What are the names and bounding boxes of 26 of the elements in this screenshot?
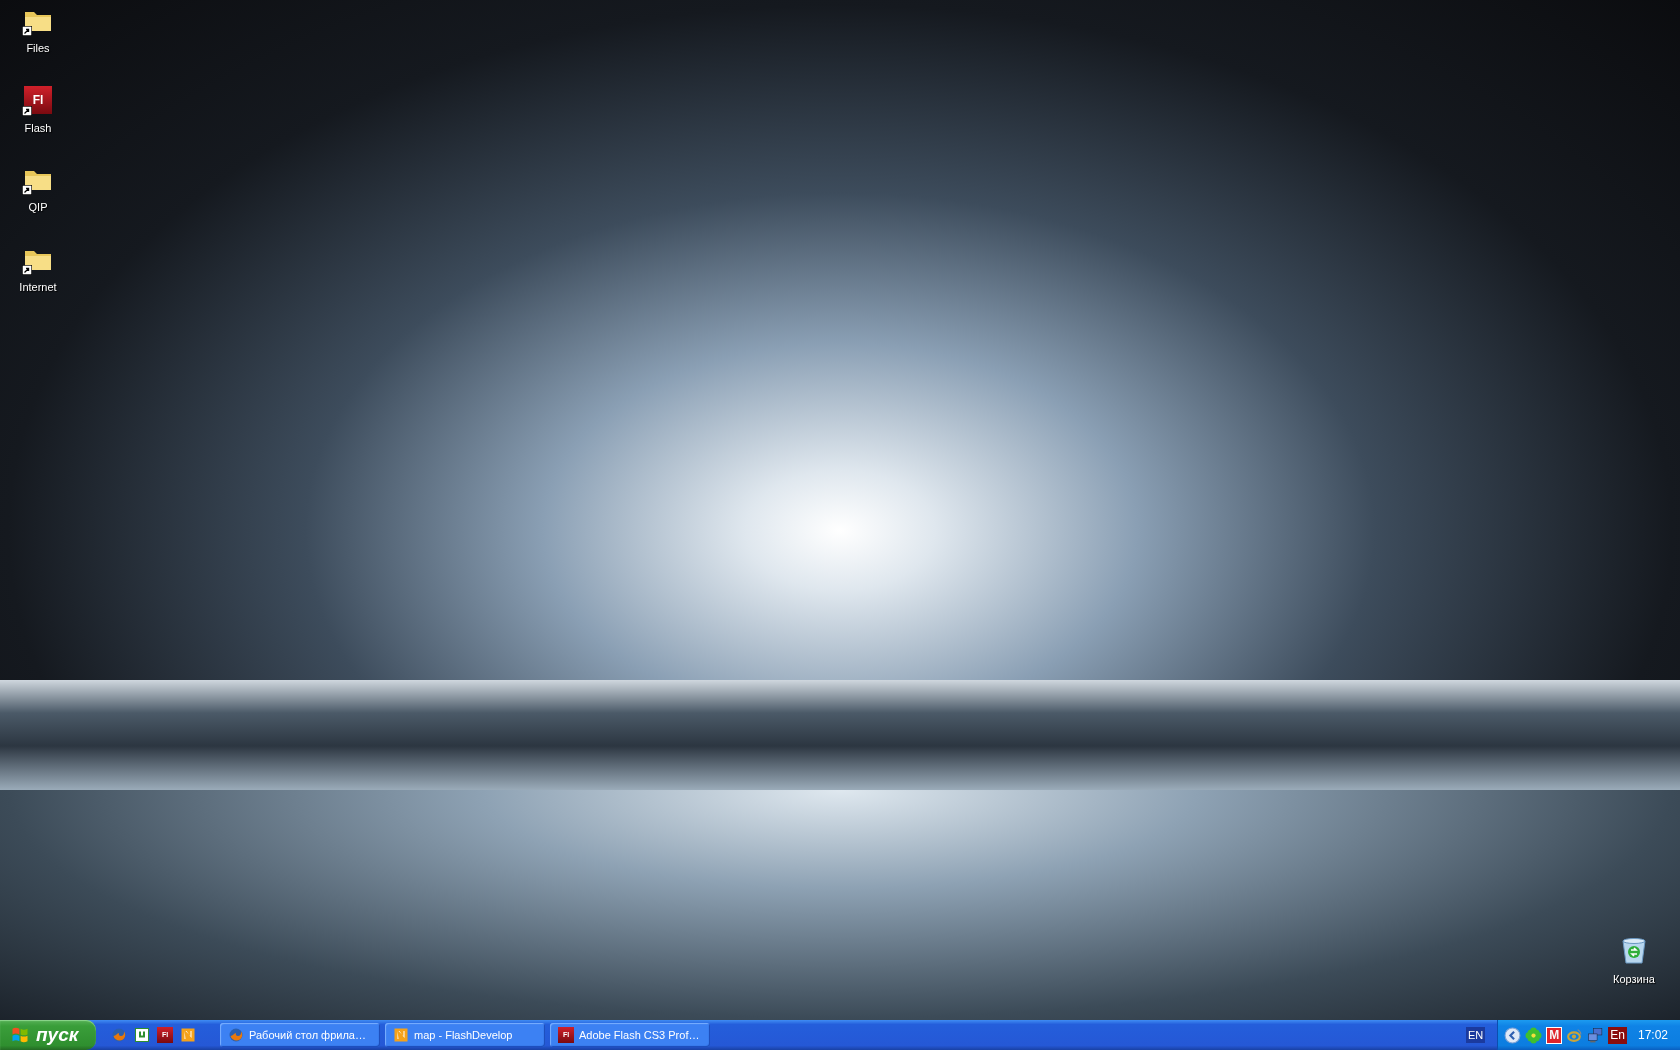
desktop-icon[interactable]: Fl Flash [0, 83, 76, 136]
flower-icon [1525, 1026, 1543, 1044]
windows-logo-icon [10, 1025, 30, 1045]
desktop-icon[interactable]: Files [0, 4, 76, 57]
icon-label: Files [26, 41, 50, 56]
language-indicator[interactable]: EN [1466, 1026, 1486, 1044]
document-icon[interactable] [180, 1027, 196, 1043]
desktop-icon[interactable]: QIP [0, 163, 76, 216]
satellite-dish-icon [1566, 1026, 1584, 1044]
recycle-bin[interactable]: Корзина [1613, 935, 1655, 988]
chevron-icon [1504, 1026, 1522, 1044]
icon-label: Корзина [1613, 972, 1655, 987]
tray-letter-icon[interactable]: M [1546, 1026, 1563, 1044]
network-icon [1587, 1026, 1605, 1044]
download-icon[interactable] [134, 1027, 150, 1043]
taskbar-window-button[interactable]: map - FlashDevelop [385, 1023, 545, 1047]
clock: 17:02 [1637, 1027, 1668, 1044]
icon-label: QIP [28, 200, 48, 215]
document-icon [393, 1027, 409, 1043]
firefox-icon [228, 1027, 244, 1043]
desktop-icon[interactable]: Internet [0, 242, 76, 295]
taskbar-window-button[interactable]: Рабочий стол фрила… [220, 1023, 380, 1047]
icon-label: Flash [24, 120, 52, 136]
start-button[interactable]: пуск [0, 1020, 96, 1050]
tray-letter-icon[interactable]: En [1608, 1026, 1627, 1044]
icon-label: Internet [19, 279, 57, 295]
